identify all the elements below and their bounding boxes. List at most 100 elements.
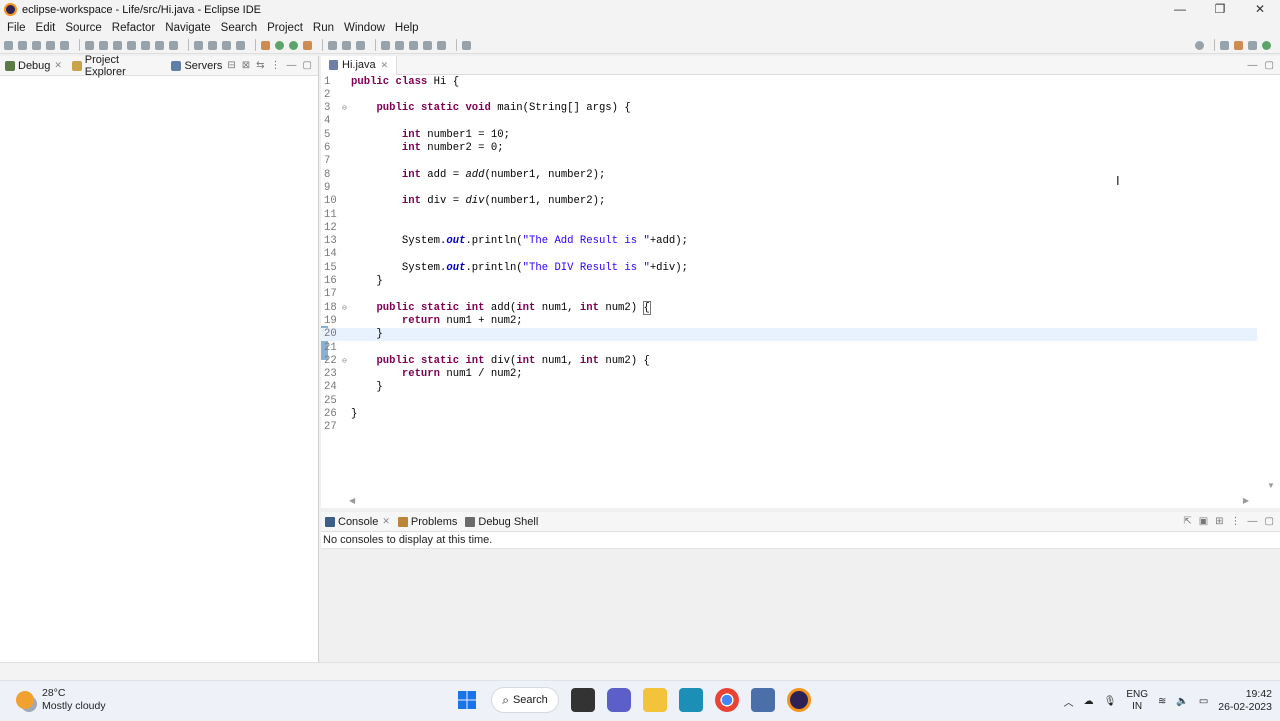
code-line[interactable]: 16 }: [321, 275, 1257, 288]
clock[interactable]: 19:42 26-02-2023: [1218, 688, 1272, 714]
language-indicator[interactable]: ENG IN: [1126, 689, 1148, 713]
code-line[interactable]: 23 return num1 / num2;: [321, 368, 1257, 381]
code-line[interactable]: 20 }: [321, 328, 1257, 342]
previous-annotation-icon[interactable]: [395, 40, 404, 50]
code-line[interactable]: 6 int number2 = 0;: [321, 142, 1257, 155]
show-whitespace-icon[interactable]: [236, 40, 245, 50]
code-line[interactable]: 2: [321, 89, 1257, 102]
menu-search[interactable]: Search: [216, 22, 262, 34]
tab-project-explorer[interactable]: Project Explorer: [67, 54, 167, 78]
eclipse-taskbar-icon[interactable]: [787, 688, 811, 712]
new-icon[interactable]: [4, 40, 13, 50]
scroll-right-icon[interactable]: ▶: [1243, 496, 1249, 505]
open-task-icon[interactable]: [208, 40, 217, 50]
minimize-view-icon[interactable]: —: [1248, 516, 1258, 527]
code-line[interactable]: 12: [321, 222, 1257, 235]
debug-icon[interactable]: [261, 40, 270, 50]
save-icon[interactable]: [18, 40, 27, 50]
windows-start-icon[interactable]: [455, 688, 479, 712]
new-package-icon[interactable]: [328, 40, 337, 50]
weather-widget[interactable]: 28°C Mostly cloudy: [16, 687, 106, 713]
step-over-icon[interactable]: [155, 40, 164, 50]
search-icon[interactable]: [1195, 40, 1204, 50]
menu-window[interactable]: Window: [339, 22, 390, 34]
minimize-button[interactable]: —: [1160, 0, 1200, 19]
code-line[interactable]: 13 System.out.println("The Add Result is…: [321, 235, 1257, 248]
taskbar-search[interactable]: ⌕ Search: [491, 687, 559, 713]
teams-chat-icon[interactable]: [607, 688, 631, 712]
pin-console-icon[interactable]: ⇱: [1183, 516, 1191, 527]
menu-run[interactable]: Run: [308, 22, 339, 34]
tab-hi-java[interactable]: Hi.java ✕: [321, 55, 398, 75]
menu-navigate[interactable]: Navigate: [160, 22, 215, 34]
terminal-icon[interactable]: [46, 40, 55, 50]
code-line[interactable]: 11: [321, 209, 1257, 222]
pin-editor-icon[interactable]: [462, 40, 471, 50]
disconnect-icon[interactable]: [127, 40, 136, 50]
code-line[interactable]: 14: [321, 248, 1257, 261]
close-tab-icon[interactable]: ✕: [382, 516, 390, 527]
code-line[interactable]: 1 public class Hi {: [321, 76, 1257, 89]
code-line[interactable]: 5 int number1 = 10;: [321, 129, 1257, 142]
menu-edit[interactable]: Edit: [31, 22, 61, 34]
code-line[interactable]: 25: [321, 395, 1257, 408]
console-body[interactable]: [321, 549, 1280, 659]
back-icon[interactable]: [423, 40, 432, 50]
resume-icon[interactable]: [85, 40, 94, 50]
debug-perspective-icon[interactable]: [1262, 40, 1271, 50]
terminate-icon[interactable]: [113, 40, 122, 50]
code-area[interactable]: 1 public class Hi {2 3 ⊖ public static void…: [321, 75, 1257, 492]
menu-file[interactable]: File: [2, 22, 31, 34]
onedrive-icon[interactable]: ☁: [1084, 696, 1094, 707]
menu-refactor[interactable]: Refactor: [107, 22, 160, 34]
close-tab-icon[interactable]: ✕: [381, 60, 389, 71]
code-line[interactable]: 18 ⊖ public static int add(int num1, int …: [321, 300, 1257, 315]
tab-debug-shell[interactable]: Debug Shell: [461, 516, 542, 528]
display-console-icon[interactable]: ▣: [1199, 516, 1208, 527]
maximize-view-icon[interactable]: ▢: [1265, 60, 1274, 71]
horizontal-scrollbar[interactable]: ◀ ▶: [349, 496, 1249, 506]
collapse-all-icon[interactable]: ⊟: [227, 60, 235, 71]
remove-terminated-icon[interactable]: ⊠: [242, 60, 250, 71]
step-return-icon[interactable]: [169, 40, 178, 50]
microphone-icon[interactable]: 🎙: [1104, 696, 1117, 707]
code-line[interactable]: 17: [321, 288, 1257, 301]
java-perspective-icon[interactable]: [1248, 40, 1257, 50]
code-line[interactable]: 26}: [321, 408, 1257, 421]
fold-toggle-icon[interactable]: ⊖: [342, 102, 347, 115]
code-line[interactable]: 21: [321, 342, 1257, 355]
volume-icon[interactable]: 🔈: [1176, 696, 1188, 707]
tab-problems[interactable]: Problems: [394, 516, 461, 528]
java-ee-perspective-icon[interactable]: [1234, 40, 1243, 50]
close-tab-icon[interactable]: ✕: [54, 60, 62, 71]
external-tools-icon[interactable]: [303, 40, 312, 50]
search-tool-icon[interactable]: [356, 40, 365, 50]
maximize-view-icon[interactable]: ▢: [1265, 516, 1274, 527]
code-line[interactable]: 4: [321, 115, 1257, 128]
view-menu-icon[interactable]: ⋮: [1231, 516, 1241, 527]
save-all-icon[interactable]: [32, 40, 41, 50]
fold-toggle-icon[interactable]: ⊖: [342, 302, 347, 315]
open-perspective-icon[interactable]: [1220, 40, 1229, 50]
chevron-up-icon[interactable]: ︿: [1064, 694, 1074, 709]
task-view-icon[interactable]: [571, 688, 595, 712]
minimize-view-icon[interactable]: —: [1248, 60, 1258, 71]
tab-servers[interactable]: Servers: [166, 60, 227, 72]
view-menu-icon[interactable]: ⋮: [271, 60, 281, 71]
wifi-icon[interactable]: ≋: [1158, 696, 1166, 707]
new-class-icon[interactable]: [342, 40, 351, 50]
open-console-icon[interactable]: ⊞: [1215, 516, 1223, 527]
code-line[interactable]: 10 int div = div(number1, number2);: [321, 195, 1257, 208]
code-line[interactable]: 24 }: [321, 381, 1257, 394]
vertical-scrollbar[interactable]: ▼: [1258, 75, 1280, 492]
scroll-left-icon[interactable]: ◀: [349, 496, 355, 505]
tab-debug[interactable]: Debug ✕: [0, 60, 67, 72]
code-line[interactable]: 22 ⊖ public static int div(int num1, int …: [321, 355, 1257, 368]
file-explorer-icon[interactable]: [643, 688, 667, 712]
close-button[interactable]: ✕: [1240, 0, 1280, 19]
network-app-icon[interactable]: [751, 688, 775, 712]
tab-console[interactable]: Console ✕: [321, 516, 394, 528]
skip-breakpoints-icon[interactable]: [60, 40, 69, 50]
calculator-icon[interactable]: [679, 688, 703, 712]
chrome-icon[interactable]: [715, 688, 739, 712]
